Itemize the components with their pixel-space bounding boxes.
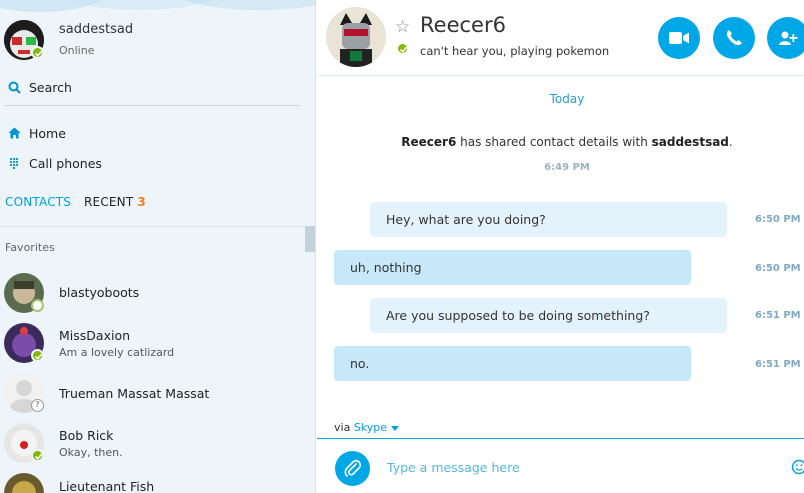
unknown-presence-icon: ? — [31, 399, 44, 412]
chat-header: ☆ Reecer6 can't hear you, playing pokemo… — [317, 0, 804, 76]
skype-window: saddestsad Online Search Home Call phone… — [0, 0, 804, 493]
event-end: . — [728, 135, 733, 149]
contact-mood: Am a lovely catlizard — [59, 346, 175, 359]
message-bubble-incoming[interactable]: no. — [334, 346, 691, 381]
contact-name: Lieutenant Fish — [59, 479, 155, 493]
star-outline-icon[interactable]: ☆ — [395, 17, 410, 37]
presence-indicator — [31, 349, 44, 362]
message-bubble-outgoing[interactable]: Hey, what are you doing? — [370, 202, 727, 237]
checkmark-icon — [34, 453, 43, 460]
tab-recent[interactable]: RECENT 3 — [84, 195, 146, 209]
via-service-line: via Skype — [334, 421, 399, 434]
message-bubble-incoming[interactable]: uh, nothing — [334, 250, 691, 285]
audio-call-button[interactable] — [713, 17, 755, 59]
message-timestamp: 6:51 PM — [755, 359, 801, 370]
peer-mood-message: can't hear you, playing pokemon — [420, 44, 610, 58]
message-composer — [317, 438, 804, 493]
day-separator: Today — [549, 92, 585, 106]
home-icon — [5, 127, 23, 139]
search-nav[interactable]: Search — [0, 75, 300, 99]
attach-button[interactable] — [335, 451, 370, 486]
paperclip-icon — [344, 459, 361, 477]
contact-mood: Okay, then. — [59, 446, 123, 459]
service-name: Skype — [353, 421, 388, 434]
favorites-section-label: Favorites — [5, 241, 55, 254]
search-icon — [5, 81, 23, 94]
video-call-button[interactable] — [658, 17, 700, 59]
conversation-pane[interactable]: Today Reecer6 has shared contact details… — [317, 77, 804, 440]
message-text: uh, nothing — [350, 260, 422, 275]
event-timestamp: 6:49 PM — [544, 162, 590, 173]
contact-list[interactable]: Favorites blastyoboots MissDaxion Am a l… — [0, 226, 304, 493]
message-timestamp: 6:50 PM — [755, 263, 801, 274]
search-label: Search — [29, 79, 72, 95]
nav-divider — [5, 105, 300, 106]
dialpad-icon — [5, 157, 23, 169]
add-person-icon — [779, 31, 798, 45]
contact-name: Trueman Massat Massat — [59, 386, 210, 401]
my-status-text[interactable]: Online — [59, 44, 94, 57]
message-text: no. — [350, 356, 370, 371]
presence-indicator — [31, 299, 44, 312]
contact-name: Bob Rick — [59, 428, 114, 443]
call-phones-label: Call phones — [29, 155, 102, 171]
service-selector[interactable]: Skype — [354, 421, 399, 434]
peer-display-name[interactable]: Reecer6 — [420, 13, 506, 37]
message-text: Hey, what are you doing? — [386, 212, 546, 227]
message-timestamp: 6:50 PM — [755, 214, 801, 225]
peer-avatar[interactable] — [326, 7, 386, 67]
checkmark-icon — [399, 46, 408, 53]
contact-name: MissDaxion — [59, 328, 131, 343]
contact-item-lieutenant-fish[interactable]: Lieutenant Fish — [0, 469, 304, 493]
message-text: Are you supposed to be doing something? — [386, 308, 650, 323]
contact-shared-event: Reecer6 has shared contact details with … — [317, 135, 804, 149]
message-bubble-outgoing[interactable]: Are you supposed to be doing something? — [370, 298, 727, 333]
checkmark-icon — [34, 50, 43, 57]
add-people-button[interactable] — [767, 17, 804, 59]
my-presence-indicator — [31, 46, 44, 59]
peer-presence-indicator — [396, 42, 409, 55]
contact-name: blastyoboots — [59, 285, 140, 300]
my-display-name[interactable]: saddestsad — [59, 22, 133, 37]
message-timestamp: 6:51 PM — [755, 310, 801, 321]
smiley-icon[interactable] — [791, 459, 804, 475]
event-actor: Reecer6 — [401, 135, 457, 149]
video-camera-icon — [669, 32, 689, 44]
message-input[interactable] — [387, 456, 777, 478]
contact-item-blastyoboots[interactable]: blastyoboots — [0, 269, 304, 317]
call-phones-nav[interactable]: Call phones — [0, 151, 300, 175]
recent-count-badge: 3 — [137, 195, 146, 209]
cloud-decoration — [0, 0, 315, 12]
tab-contacts[interactable]: CONTACTS — [5, 195, 71, 209]
peer-avatar-image — [326, 7, 386, 67]
event-action: has shared contact details with — [456, 135, 652, 149]
checkmark-icon — [34, 353, 43, 360]
phone-icon — [726, 30, 742, 46]
contact-item-missdaxion[interactable]: MissDaxion Am a lovely catlizard — [0, 319, 304, 367]
contact-avatar — [4, 473, 44, 493]
via-prefix: via — [334, 421, 351, 434]
tab-recent-label: RECENT — [84, 195, 134, 209]
event-target: saddestsad — [651, 135, 729, 149]
presence-indicator — [31, 449, 44, 462]
contact-list-scrollbar[interactable] — [305, 226, 315, 252]
contact-item-bob-rick[interactable]: Bob Rick Okay, then. — [0, 419, 304, 467]
sidebar: saddestsad Online Search Home Call phone… — [0, 0, 316, 493]
home-nav[interactable]: Home — [0, 121, 300, 145]
home-label: Home — [29, 125, 66, 141]
contact-item-trueman-massat-massat[interactable]: ? Trueman Massat Massat — [0, 369, 304, 417]
chevron-down-icon — [390, 426, 399, 431]
